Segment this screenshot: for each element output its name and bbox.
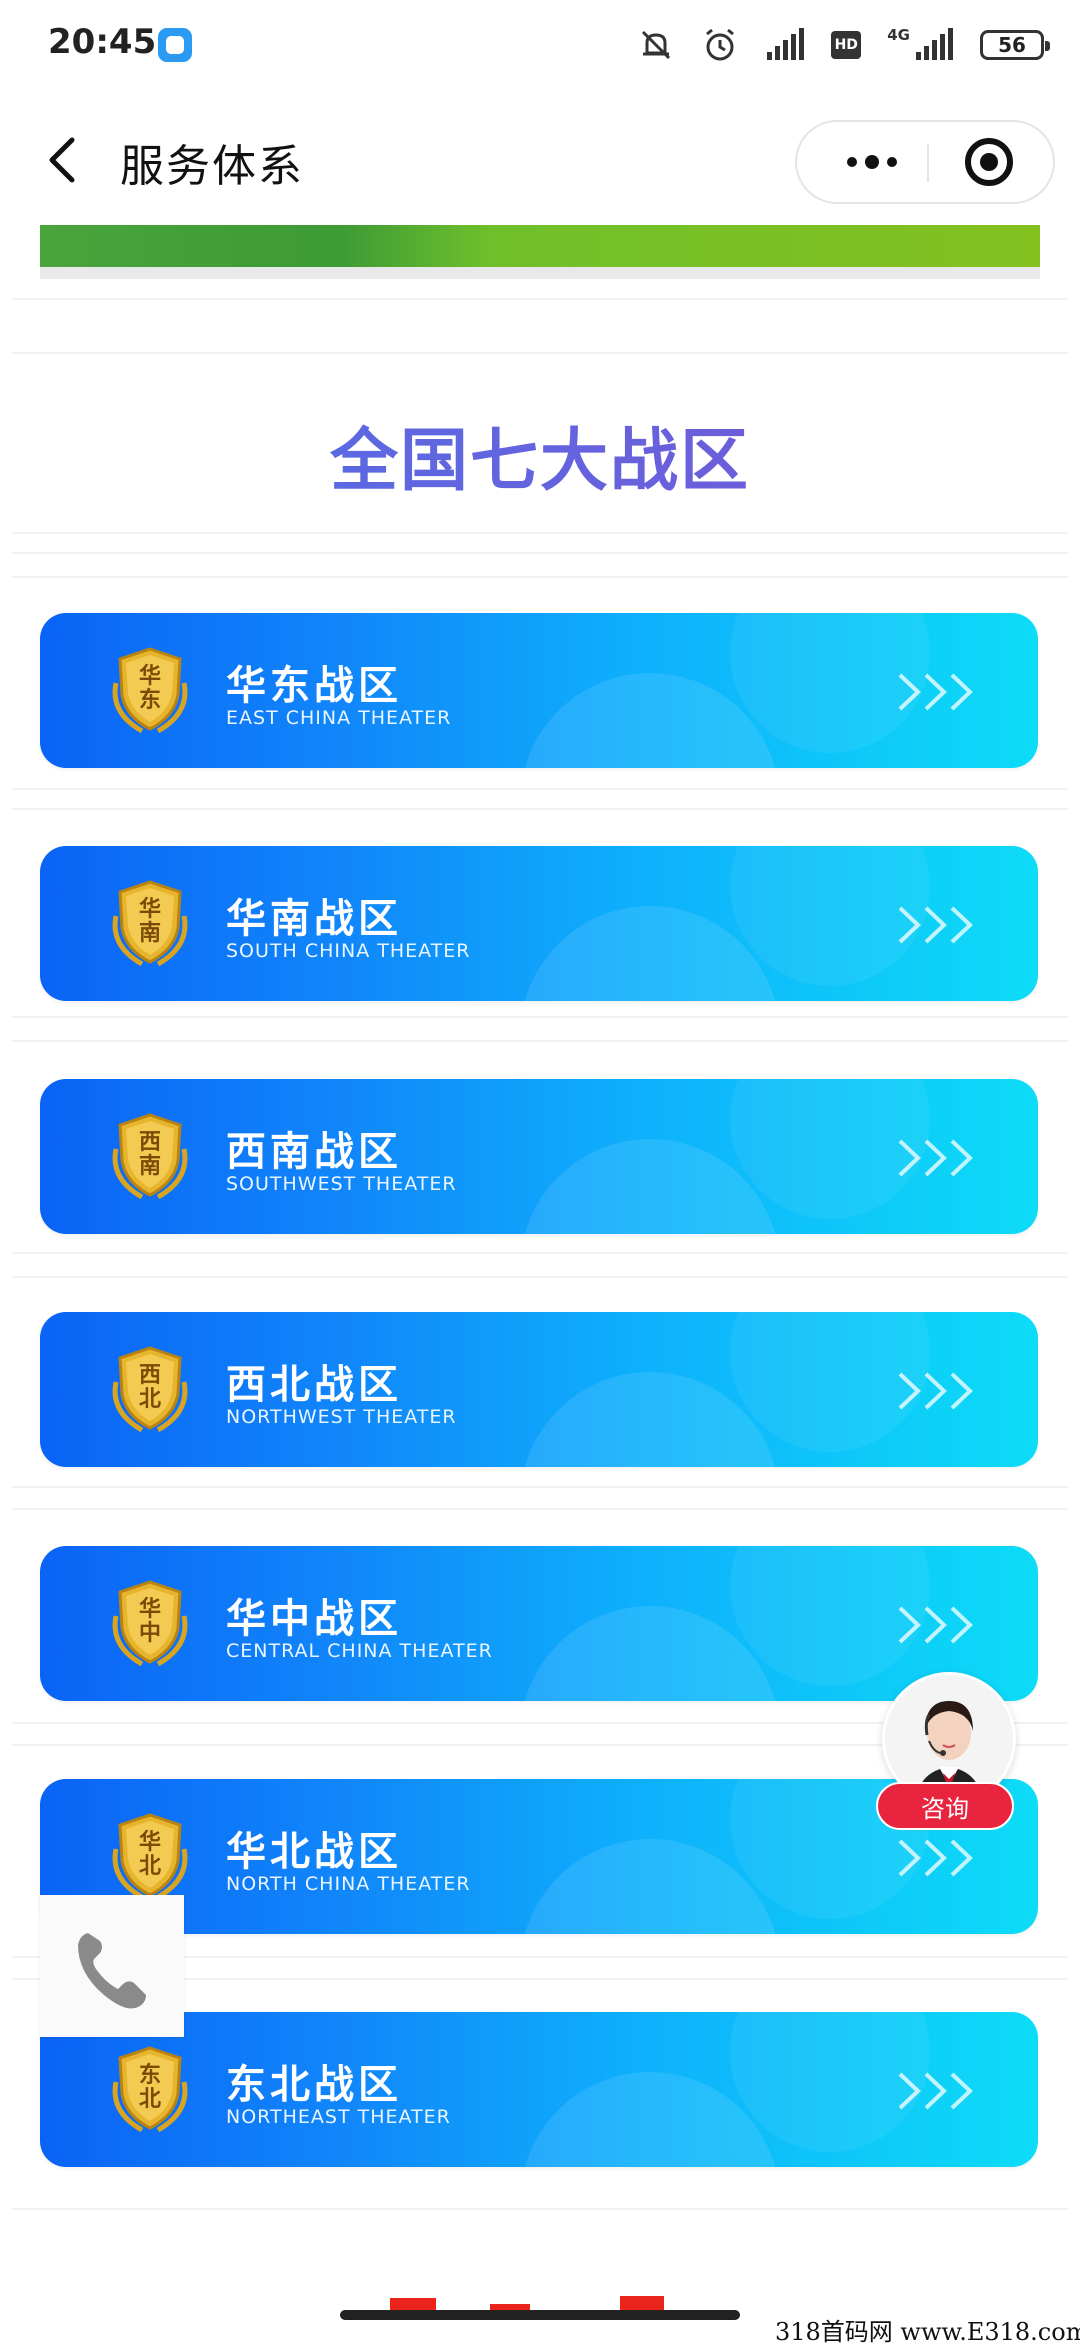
- divider: [12, 532, 1068, 534]
- region-card-south-china[interactable]: 华南 华南战区 SOUTH CHINA THEATER: [40, 846, 1038, 1001]
- app-notification-icon: [158, 28, 192, 62]
- watermark: 318首码网 www.E318.com: [775, 2312, 1080, 2346]
- triple-chevron-right-icon: [898, 1372, 973, 1410]
- badge-text: 华中: [138, 1597, 161, 1646]
- phone-call-button[interactable]: [40, 1895, 184, 2037]
- banner-shadow: [40, 267, 1040, 279]
- divider: [12, 298, 1068, 300]
- page-title: 服务体系: [120, 141, 304, 192]
- region-title: 华东战区: [226, 663, 402, 709]
- battery-icon: 56: [980, 30, 1050, 60]
- region-title: 西南战区: [226, 1129, 402, 1175]
- capsule-divider: [927, 144, 929, 182]
- divider: [12, 1276, 1068, 1278]
- badge-text: 华南: [138, 897, 161, 946]
- region-title: 西北战区: [226, 1362, 402, 1408]
- status-icons: HD 4G 56: [637, 24, 1050, 66]
- region-card-northeast[interactable]: 东北 东北战区 NORTHEAST THEATER: [40, 2012, 1038, 2167]
- signal-icon: [767, 28, 805, 60]
- section-title: 全国七大战区: [0, 405, 1080, 504]
- mute-icon: [642, 30, 671, 60]
- region-subtitle: SOUTH CHINA THEATER: [226, 940, 471, 962]
- region-card-southwest[interactable]: 西南 西南战区 SOUTHWEST THEATER: [40, 1079, 1038, 1234]
- more-dots-icon[interactable]: [823, 122, 921, 202]
- divider: [12, 788, 1068, 790]
- region-subtitle: EAST CHINA THEATER: [226, 707, 452, 729]
- home-indicator: [340, 2310, 740, 2320]
- next-section-title-peek: [390, 2296, 664, 2312]
- region-title: 华中战区: [226, 1596, 402, 1642]
- badge-text: 西北: [138, 1363, 161, 1412]
- title-bar: 服务体系: [0, 100, 1080, 220]
- divider: [12, 808, 1068, 810]
- region-subtitle: SOUTHWEST THEATER: [226, 1173, 457, 1195]
- region-card-east-china[interactable]: 华东 华东战区 EAST CHINA THEATER: [40, 613, 1038, 768]
- phone-icon: [78, 1933, 146, 2009]
- region-subtitle: NORTHEAST THEATER: [226, 2106, 451, 2128]
- network-type: 4G: [887, 26, 910, 44]
- chevron-left-icon[interactable]: [36, 130, 96, 190]
- divider: [12, 1016, 1068, 1018]
- divider: [12, 576, 1068, 578]
- consult-button[interactable]: 咨询: [876, 1782, 1014, 1830]
- triple-chevron-right-icon: [898, 1139, 973, 1177]
- consult-widget[interactable]: 咨询: [876, 1672, 1016, 1832]
- badge-text: 华北: [138, 1830, 161, 1879]
- triple-chevron-right-icon: [898, 673, 973, 711]
- mini-program-capsule: [795, 120, 1055, 204]
- region-title: 华北战区: [226, 1829, 402, 1875]
- badge-text: 华东: [138, 664, 161, 713]
- region-title: 东北战区: [226, 2062, 402, 2108]
- signal-icon-2: [916, 28, 953, 60]
- divider: [12, 1040, 1068, 1042]
- triple-chevron-right-icon: [898, 1606, 973, 1644]
- banner-image: [40, 225, 1040, 267]
- status-bar: 20:45 HD 4G 56: [0, 0, 1080, 90]
- divider: [12, 352, 1068, 354]
- region-subtitle: NORTH CHINA THEATER: [226, 1873, 471, 1895]
- battery-level: 56: [998, 33, 1026, 57]
- region-title: 华南战区: [226, 896, 402, 942]
- divider: [12, 1486, 1068, 1488]
- badge-text: 东北: [138, 2063, 161, 2112]
- divider: [12, 2208, 1068, 2210]
- alarm-icon: [706, 28, 735, 61]
- status-time: 20:45: [48, 22, 157, 62]
- divider: [12, 1252, 1068, 1254]
- region-subtitle: NORTHWEST THEATER: [226, 1406, 457, 1428]
- divider: [12, 1508, 1068, 1510]
- region-subtitle: CENTRAL CHINA THEATER: [226, 1640, 493, 1662]
- triple-chevron-right-icon: [898, 906, 973, 944]
- triple-chevron-right-icon: [898, 2072, 973, 2110]
- divider: [12, 552, 1068, 554]
- region-card-northwest[interactable]: 西北 西北战区 NORTHWEST THEATER: [40, 1312, 1038, 1467]
- hd-badge: HD: [831, 31, 862, 59]
- badge-text: 西南: [138, 1130, 161, 1179]
- target-close-icon[interactable]: [965, 138, 1013, 186]
- triple-chevron-right-icon: [898, 1839, 973, 1877]
